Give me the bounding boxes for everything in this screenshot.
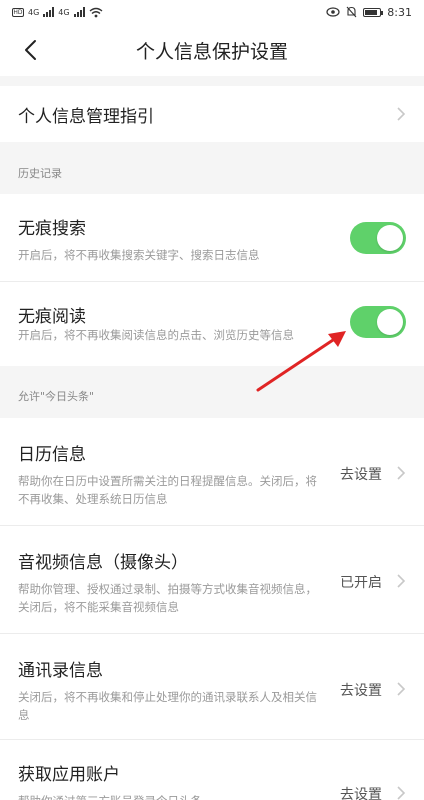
page-title: 个人信息保护设置 [135, 40, 288, 63]
permission-desc: 帮助你通过第三方账号登录今日头条 [18, 792, 318, 800]
signal-icon [43, 7, 55, 17]
page: HD 4G 4G 8:31 个人信息保护设置 个人信息管理指引 历史记录 无痕搜… [0, 0, 424, 800]
toggle-knob [377, 309, 403, 335]
chevron-right-icon [394, 786, 408, 800]
history-item-label: 无痕搜索 [18, 219, 86, 239]
history-row: 无痕搜索 开启后，将不再收集搜索关键字、搜索日志信息 [0, 194, 424, 282]
permission-row[interactable]: 音视频信息（摄像头） 帮助你管理、授权通过录制、拍摄等方式收集音视频信息，关闭后… [0, 526, 424, 634]
permission-desc: 帮助你在日历中设置所需关注的日程提醒信息。关闭后，将不再收集、处理系统日历信息 [18, 474, 317, 506]
chevron-right-icon [394, 682, 408, 696]
sim-card-icon: HD [12, 7, 24, 17]
guide-row[interactable]: 个人信息管理指引 [0, 86, 424, 142]
permission-label: 获取应用账户 [18, 765, 120, 785]
guide-label: 个人信息管理指引 [18, 107, 154, 127]
mute-bell-icon [346, 6, 357, 18]
toggle-knob [377, 225, 403, 251]
signal-icon-2 [73, 7, 85, 17]
incognito-reading-toggle[interactable] [350, 306, 406, 338]
chevron-right-icon [394, 107, 408, 121]
status-bar: HD 4G 4G 8:31 [0, 0, 424, 24]
permission-row[interactable]: 获取应用账户 帮助你通过第三方账号登录今日头条 去设置 [0, 740, 424, 800]
guide-card: 个人信息管理指引 [0, 86, 424, 142]
permission-row[interactable]: 通讯录信息 关闭后，将不再收集和停止处理你的通讯录联系人及相关信息 去设置 [0, 634, 424, 740]
back-arrow-icon [25, 40, 36, 60]
status-left: HD 4G 4G [12, 7, 103, 18]
history-item-desc: 开启后，将不再收集搜索关键字、搜索日志信息 [18, 248, 260, 262]
chevron-right-icon [394, 466, 408, 480]
permissions-card: 日历信息 帮助你在日历中设置所需关注的日程提醒信息。关闭后，将不再收集、处理系统… [0, 418, 424, 800]
status-right: 8:31 [326, 6, 412, 19]
history-card: 无痕搜索 开启后，将不再收集搜索关键字、搜索日志信息 无痕阅读 开启后，将不再收… [0, 194, 424, 366]
permission-label: 通讯录信息 [18, 661, 103, 681]
permission-action[interactable]: 去设置 [340, 784, 382, 800]
history-row: 无痕阅读 开启后，将不再收集阅读信息的点击、浏览历史等信息 [0, 282, 424, 366]
permission-desc: 关闭后，将不再收集和停止处理你的通讯录联系人及相关信息 [18, 690, 317, 722]
permission-action[interactable]: 去设置 [340, 464, 382, 484]
chevron-right-icon [394, 574, 408, 588]
history-item-label: 无痕阅读 [18, 307, 86, 327]
permission-desc: 帮助你管理、授权通过录制、拍摄等方式收集音视频信息，关闭后，将不能采集音视频信息 [18, 582, 317, 614]
back-button[interactable] [12, 32, 48, 68]
permission-row[interactable]: 日历信息 帮助你在日历中设置所需关注的日程提醒信息。关闭后，将不再收集、处理系统… [0, 418, 424, 526]
permission-action[interactable]: 已开启 [340, 572, 382, 592]
wifi-icon [89, 7, 103, 17]
permission-label: 音视频信息（摄像头） [18, 553, 188, 573]
network-type-2: 4G [58, 7, 70, 17]
battery-fill [365, 9, 378, 15]
eye-icon [326, 7, 340, 17]
permission-label: 日历信息 [18, 445, 86, 465]
permissions-header: 允许"今日头条" [18, 390, 95, 403]
permission-action[interactable]: 去设置 [340, 680, 382, 700]
battery-icon [363, 7, 384, 17]
history-item-desc: 开启后，将不再收集阅读信息的点击、浏览历史等信息 [18, 328, 294, 342]
network-type-1: 4G [28, 7, 40, 17]
incognito-search-toggle[interactable] [350, 222, 406, 254]
nav-bar: 个人信息保护设置 [0, 24, 424, 76]
history-header: 历史记录 [18, 167, 62, 180]
status-time: 8:31 [387, 5, 412, 19]
